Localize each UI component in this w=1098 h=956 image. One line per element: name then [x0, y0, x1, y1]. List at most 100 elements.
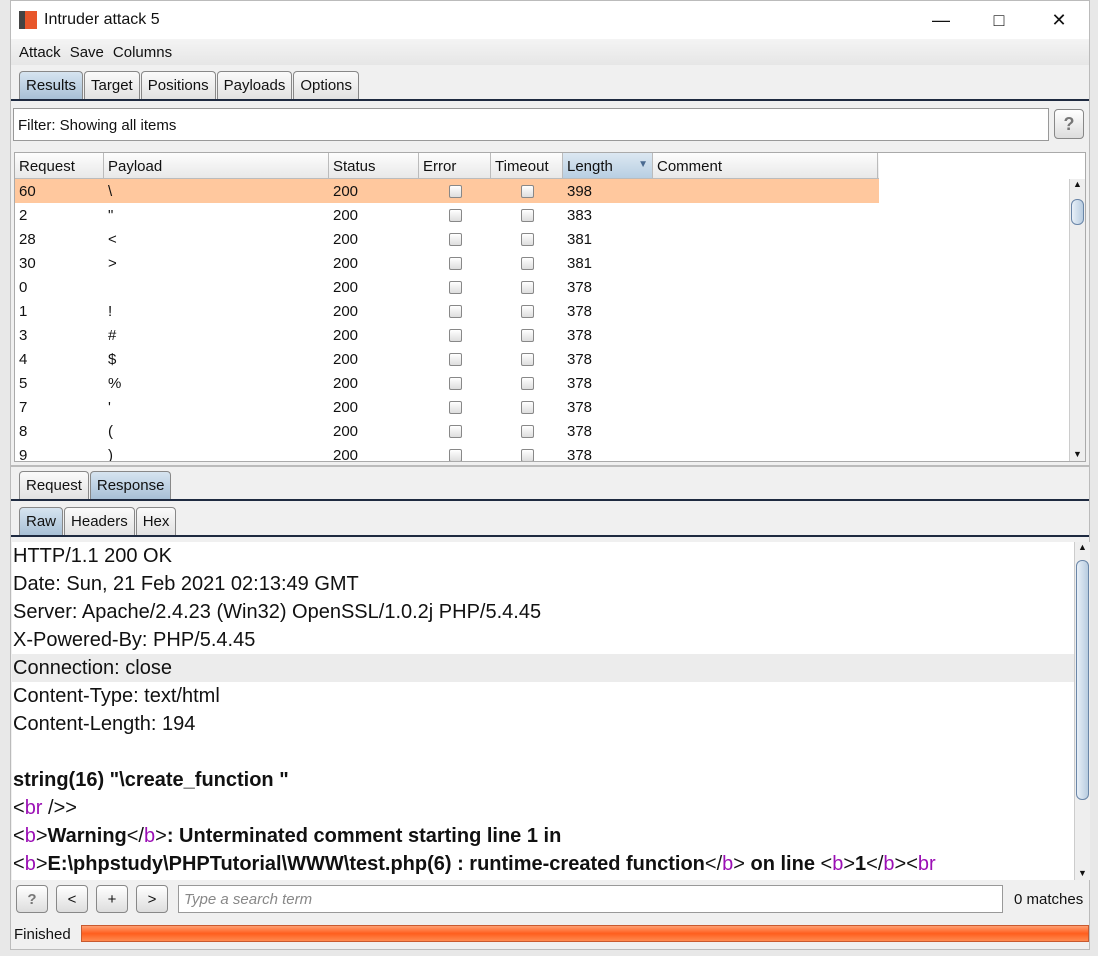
cell-error	[419, 352, 491, 366]
table-row[interactable]: 7 ' 200 378	[15, 395, 1085, 419]
menu-attack[interactable]: Attack	[19, 44, 61, 61]
main-tabs: Results Target Positions Payloads Option…	[11, 71, 1089, 101]
table-row[interactable]: 8 (200 378	[15, 419, 1085, 443]
error-checkbox[interactable]	[448, 232, 462, 246]
menu-columns[interactable]: Columns	[113, 44, 172, 61]
tab-results[interactable]: Results	[19, 71, 84, 99]
error-checkbox[interactable]	[448, 400, 462, 414]
cell-status: 200	[333, 350, 359, 368]
split-divider[interactable]	[11, 465, 1089, 467]
table-row[interactable]: 28 <200 381	[15, 227, 1085, 251]
cell-error	[419, 208, 491, 222]
tab-headers[interactable]: Headers	[64, 507, 135, 535]
body-line: string(16) "\create_function "	[13, 769, 289, 791]
search-next-button[interactable]: >	[136, 885, 168, 913]
search-add-button[interactable]: +	[96, 885, 128, 913]
timeout-checkbox[interactable]	[520, 280, 534, 294]
cell-payload: #	[108, 326, 117, 344]
table-scrollbar[interactable]: ▲ ▼	[1069, 179, 1085, 461]
timeout-checkbox[interactable]	[520, 328, 534, 342]
col-comment[interactable]: Comment	[653, 153, 878, 178]
scroll-down-icon[interactable]: ▼	[1075, 868, 1090, 878]
cell-request: 30	[19, 254, 36, 272]
cell-error	[419, 304, 491, 318]
error-checkbox[interactable]	[448, 280, 462, 294]
col-request[interactable]: Request	[15, 153, 104, 178]
cell-status: 200	[333, 302, 359, 320]
error-checkbox[interactable]	[448, 448, 462, 461]
tab-payloads[interactable]: Payloads	[216, 71, 293, 99]
scroll-up-icon[interactable]: ▲	[1075, 542, 1090, 552]
error-checkbox[interactable]	[448, 328, 462, 342]
error-checkbox[interactable]	[448, 376, 462, 390]
maximize-button[interactable]: □	[974, 1, 1024, 39]
cell-timeout	[491, 208, 563, 222]
timeout-checkbox[interactable]	[520, 232, 534, 246]
search-prev-button[interactable]: <	[56, 885, 88, 913]
table-row[interactable]: 30 >200 381	[15, 251, 1085, 275]
scroll-up-icon[interactable]: ▲	[1070, 179, 1085, 189]
filter-bar[interactable]: Filter: Showing all items	[13, 108, 1049, 141]
tab-hex[interactable]: Hex	[135, 507, 177, 535]
col-status[interactable]: Status	[329, 153, 419, 178]
tab-request[interactable]: Request	[19, 471, 89, 499]
close-button[interactable]: ✕	[1034, 1, 1084, 39]
col-timeout[interactable]: Timeout	[491, 153, 563, 178]
cell-status: 200	[333, 422, 359, 440]
timeout-checkbox[interactable]	[520, 208, 534, 222]
tab-options[interactable]: Options	[293, 71, 360, 99]
table-row[interactable]: 4 $200 378	[15, 347, 1085, 371]
help-icon: ?	[1063, 113, 1075, 134]
timeout-checkbox[interactable]	[520, 256, 534, 270]
search-input[interactable]: Type a search term	[178, 885, 1003, 913]
timeout-checkbox[interactable]	[520, 400, 534, 414]
header-line: Date: Sun, 21 Feb 2021 02:13:49 GMT	[13, 573, 359, 595]
timeout-checkbox[interactable]	[520, 376, 534, 390]
response-scrollbar[interactable]: ▲ ▼	[1074, 542, 1090, 880]
error-checkbox[interactable]	[448, 352, 462, 366]
table-row[interactable]: 0 200 378	[15, 275, 1085, 299]
response-viewer[interactable]: HTTP/1.1 200 OK Date: Sun, 21 Feb 2021 02…	[12, 542, 1076, 880]
error-checkbox[interactable]	[448, 256, 462, 270]
tab-raw[interactable]: Raw	[19, 507, 64, 535]
menu-save[interactable]: Save	[70, 44, 104, 61]
col-error[interactable]: Error	[419, 153, 491, 178]
scroll-down-icon[interactable]: ▼	[1070, 449, 1085, 459]
error-checkbox[interactable]	[448, 304, 462, 318]
timeout-checkbox[interactable]	[520, 448, 534, 461]
tab-positions[interactable]: Positions	[140, 71, 216, 99]
header-line: Server: Apache/2.4.23 (Win32) OpenSSL/1.…	[13, 601, 542, 623]
help-button[interactable]: ?	[1054, 109, 1084, 139]
minimize-button[interactable]: —	[916, 1, 966, 39]
search-help-button[interactable]: ?	[16, 885, 48, 913]
cell-payload: "	[108, 206, 114, 224]
table-row[interactable]: 3 #200 378	[15, 323, 1085, 347]
tab-target[interactable]: Target	[84, 71, 140, 99]
error-checkbox[interactable]	[448, 184, 462, 198]
table-row[interactable]: 2 " 200 383	[15, 203, 1085, 227]
table-row[interactable]: 9) 200 378	[15, 443, 1085, 461]
timeout-checkbox[interactable]	[520, 184, 534, 198]
cell-length: 381	[567, 230, 593, 248]
timeout-checkbox[interactable]	[520, 304, 534, 318]
table-row[interactable]: 1! 200 378	[15, 299, 1085, 323]
cell-length: 378	[567, 302, 593, 320]
table-row[interactable]: 5% 200 378	[15, 371, 1085, 395]
col-length[interactable]: Length ▼	[563, 153, 653, 178]
table-row[interactable]: 60 \ 200 398	[15, 179, 879, 203]
error-checkbox[interactable]	[448, 208, 462, 222]
cell-length: 383	[567, 206, 593, 224]
timeout-checkbox[interactable]	[520, 352, 534, 366]
view-tabs: Raw Headers Hex	[11, 507, 1089, 537]
error-checkbox[interactable]	[448, 424, 462, 438]
scroll-thumb[interactable]	[1071, 199, 1084, 225]
cell-timeout	[491, 328, 563, 342]
cell-payload: $	[108, 350, 117, 368]
cell-timeout	[491, 256, 563, 270]
tab-response[interactable]: Response	[89, 471, 172, 499]
cell-status: 200	[333, 182, 359, 200]
scroll-thumb[interactable]	[1076, 560, 1089, 800]
timeout-checkbox[interactable]	[520, 424, 534, 438]
col-payload[interactable]: Payload	[104, 153, 329, 178]
cell-timeout	[491, 424, 563, 438]
